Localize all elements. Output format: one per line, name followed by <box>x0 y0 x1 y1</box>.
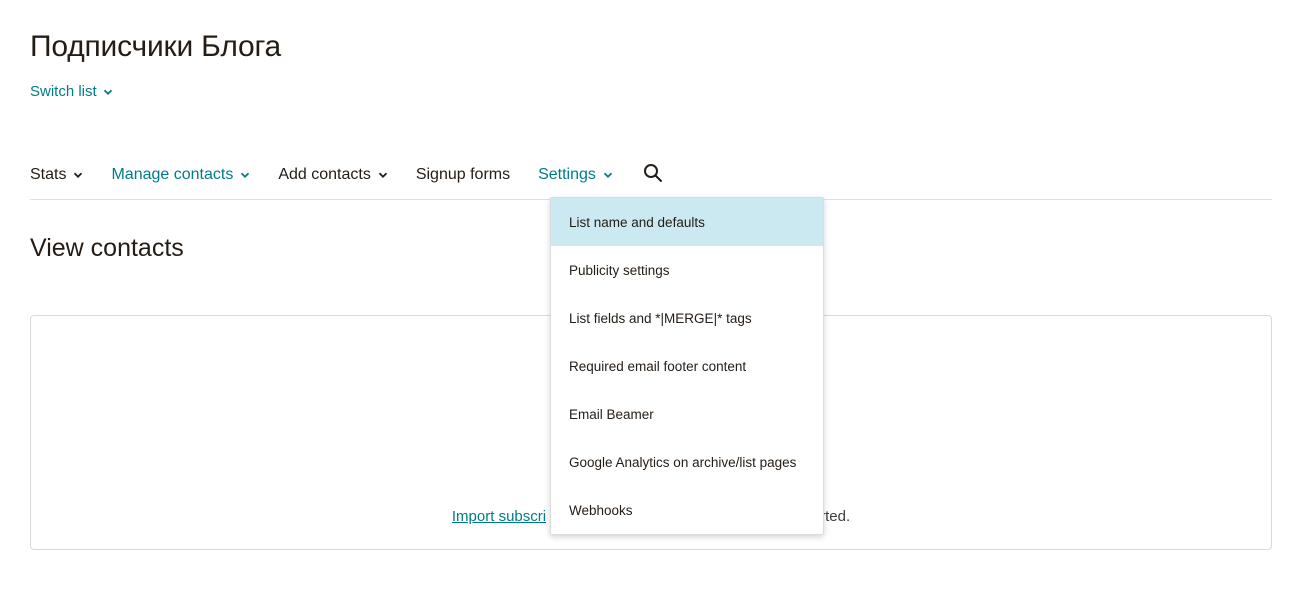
nav-stats[interactable]: Stats <box>30 162 83 188</box>
nav-stats-label: Stats <box>30 166 67 183</box>
page: Подписчики Блога Switch list Stats Manag… <box>0 0 1313 592</box>
nav-signup-forms[interactable]: Signup forms <box>416 162 510 188</box>
empty-state-tail: rted. <box>820 508 851 525</box>
nav-settings-label: Settings <box>538 166 596 183</box>
nav-manage-contacts-label: Manage contacts <box>111 166 234 183</box>
chevron-down-icon <box>240 170 250 180</box>
nav-signup-forms-label: Signup forms <box>415 166 511 183</box>
search-button[interactable] <box>643 162 663 188</box>
nav-manage-contacts[interactable]: Manage contacts <box>111 162 250 188</box>
menu-item-google-analytics[interactable]: Google Analytics on archive/list pages <box>551 438 823 486</box>
menu-item-email-beamer[interactable]: Email Beamer <box>551 390 823 438</box>
search-icon <box>643 163 663 188</box>
nav-add-contacts-label: Add contacts <box>278 166 371 183</box>
chevron-down-icon <box>73 170 83 180</box>
menu-item-required-footer-content[interactable]: Required email footer content <box>551 342 823 390</box>
chevron-down-icon <box>378 170 388 180</box>
settings-dropdown-menu: List name and defaults Publicity setting… <box>550 197 824 535</box>
menu-item-publicity-settings[interactable]: Publicity settings <box>551 246 823 294</box>
menu-item-list-fields-merge-tags[interactable]: List fields and *|MERGE|* tags <box>551 294 823 342</box>
list-nav: Stats Manage contacts Add contacts Signu… <box>30 162 1272 200</box>
switch-list-label: Switch list <box>30 83 97 100</box>
menu-item-list-name-defaults[interactable]: List name and defaults <box>551 198 823 246</box>
chevron-down-icon <box>103 87 113 97</box>
switch-list-button[interactable]: Switch list <box>30 83 113 100</box>
import-subscribers-link[interactable]: Import subscri <box>452 508 546 525</box>
nav-settings[interactable]: Settings <box>538 162 613 188</box>
chevron-down-icon <box>603 170 613 180</box>
menu-item-webhooks[interactable]: Webhooks <box>551 486 823 534</box>
nav-add-contacts[interactable]: Add contacts <box>278 162 388 188</box>
page-title: Подписчики Блога <box>30 30 282 63</box>
section-title: View contacts <box>30 234 184 262</box>
